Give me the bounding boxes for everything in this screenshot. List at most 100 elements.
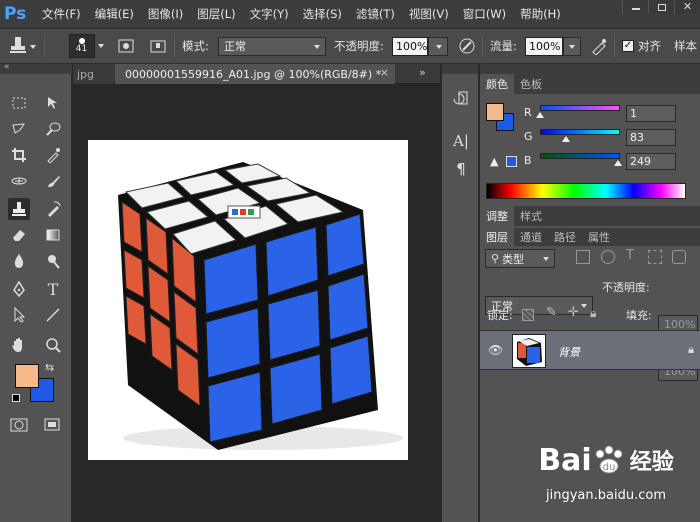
flow-input[interactable]: 100% [525, 36, 563, 56]
eraser-tool[interactable] [8, 224, 30, 246]
menu-image[interactable]: 图像(I) [148, 6, 183, 22]
b-input[interactable]: 249 [626, 153, 676, 170]
mode-select[interactable]: 正常 [218, 36, 326, 56]
paragraph-panel-button[interactable]: ¶ [450, 158, 472, 180]
menu-layer[interactable]: 图层(L) [197, 6, 235, 22]
menu-file[interactable]: 文件(F) [42, 6, 81, 22]
tab-channels[interactable]: 通道 [514, 228, 548, 246]
tab-paths[interactable]: 路径 [548, 228, 582, 246]
document-canvas[interactable] [88, 140, 408, 460]
tool-preset-picker[interactable] [4, 29, 40, 63]
minimize-button[interactable] [622, 0, 648, 14]
tab-adjustments[interactable]: 调整 [480, 206, 514, 226]
lock-image-icon[interactable]: ✎ [546, 305, 557, 320]
eyedropper-tool[interactable] [42, 144, 64, 166]
b-slider[interactable] [540, 153, 620, 159]
color-spectrum-bar[interactable] [486, 183, 686, 199]
path-selection-tool[interactable] [8, 304, 30, 326]
r-value: 1 [630, 107, 637, 120]
foreground-color-swatch[interactable] [15, 364, 39, 388]
r-slider-thumb[interactable] [536, 112, 545, 118]
close-tab-icon[interactable]: × [380, 66, 389, 79]
quick-selection-tool[interactable] [42, 118, 64, 140]
layer-row-background[interactable]: 👁︎ 背景 🔒︎ [480, 330, 700, 370]
opacity-dropdown[interactable] [428, 36, 448, 56]
lasso-tool[interactable] [8, 118, 30, 140]
g-slider-thumb[interactable] [562, 136, 570, 142]
sample-label: 样本 [674, 39, 697, 53]
g-slider[interactable] [540, 129, 620, 135]
line-tool[interactable] [42, 304, 64, 326]
layer-filter-kind-select[interactable]: ⚲ 类型 [485, 249, 555, 268]
menu-edit[interactable]: 编辑(E) [95, 6, 134, 22]
blur-tool[interactable] [8, 250, 30, 272]
pen-tool[interactable] [8, 278, 30, 300]
toolbox-header: « [0, 62, 72, 74]
menu-view[interactable]: 视图(V) [409, 6, 449, 22]
filter-adjustment-icon[interactable] [601, 250, 615, 264]
tab-previous-document[interactable]: jpg [73, 64, 113, 84]
toggle-brush-panel-button[interactable] [116, 29, 136, 63]
tab-color[interactable]: 颜色 [480, 74, 514, 94]
crop-tool[interactable] [8, 144, 30, 166]
zoom-tool[interactable] [42, 334, 64, 356]
tab-active-document[interactable]: 00000001559916_A01.jpg @ 100%(RGB/8#) * … [115, 64, 395, 84]
aligned-checkbox[interactable]: ✓ 对齐 [622, 29, 661, 63]
clone-stamp-icon [12, 202, 26, 216]
lock-position-icon[interactable]: ✛ [568, 305, 579, 320]
filter-pixel-icon[interactable] [576, 250, 590, 264]
history-brush-tool[interactable] [42, 198, 64, 220]
lock-transparent-icon[interactable] [522, 309, 534, 321]
type-tool[interactable]: T [42, 278, 64, 300]
dodge-tool[interactable] [42, 250, 64, 272]
toggle-clone-source-button[interactable] [148, 29, 168, 63]
maximize-button[interactable] [648, 0, 674, 14]
marquee-tool[interactable] [8, 92, 30, 114]
brush-tool[interactable] [42, 170, 64, 192]
airbrush-button[interactable] [588, 29, 610, 63]
filter-shape-icon[interactable] [648, 250, 662, 264]
r-input[interactable]: 1 [626, 105, 676, 122]
tab-properties[interactable]: 属性 [582, 228, 616, 246]
screen-mode-button[interactable] [42, 414, 64, 436]
tab-swatches[interactable]: 色板 [514, 74, 548, 94]
hand-tool[interactable] [8, 334, 30, 356]
move-tool[interactable] [42, 92, 64, 114]
blur-drop-icon [14, 254, 24, 268]
brush-size-picker[interactable]: 41 [66, 29, 106, 63]
web-safe-color-icon[interactable] [506, 156, 517, 167]
tab-overflow-icon[interactable]: » [419, 66, 426, 79]
menu-window[interactable]: 窗口(W) [463, 6, 506, 22]
collapse-icon[interactable]: « [4, 62, 10, 72]
character-panel-button[interactable]: A| [450, 130, 472, 152]
lock-all-icon[interactable]: 🔒︎ [590, 306, 596, 321]
separator [614, 35, 615, 57]
spot-healing-tool[interactable] [8, 170, 30, 192]
default-colors-icon[interactable] [12, 394, 20, 402]
foreground-color-swatch[interactable] [486, 103, 504, 121]
filter-kind-value: 类型 [502, 252, 525, 266]
close-window-button[interactable]: ✕ [674, 0, 700, 14]
g-input[interactable]: 83 [626, 129, 676, 146]
gradient-tool[interactable] [42, 224, 64, 246]
pressure-opacity-button[interactable] [456, 29, 478, 63]
r-slider[interactable] [540, 105, 620, 111]
menu-select[interactable]: 选择(S) [303, 6, 342, 22]
eye-icon[interactable]: 👁︎ [488, 343, 503, 357]
tab-styles[interactable]: 样式 [514, 206, 548, 226]
menu-type[interactable]: 文字(Y) [250, 6, 289, 22]
quick-mask-button[interactable] [8, 414, 30, 436]
b-slider-thumb[interactable] [614, 160, 623, 166]
flow-dropdown[interactable] [563, 36, 581, 56]
history-panel-button[interactable] [450, 88, 472, 110]
filter-type-icon[interactable]: T [626, 248, 634, 263]
opacity-input[interactable]: 100% [392, 36, 428, 56]
tab-layers[interactable]: 图层 [480, 228, 514, 246]
fill-label: 填充: [626, 309, 652, 322]
chevron-down-icon [543, 257, 549, 261]
clone-stamp-tool[interactable] [8, 198, 30, 220]
swap-colors-icon[interactable]: ⇆ [45, 361, 54, 374]
menu-filter[interactable]: 滤镜(T) [356, 6, 395, 22]
menu-help[interactable]: 帮助(H) [520, 6, 561, 22]
filter-smart-object-icon[interactable] [672, 250, 686, 264]
